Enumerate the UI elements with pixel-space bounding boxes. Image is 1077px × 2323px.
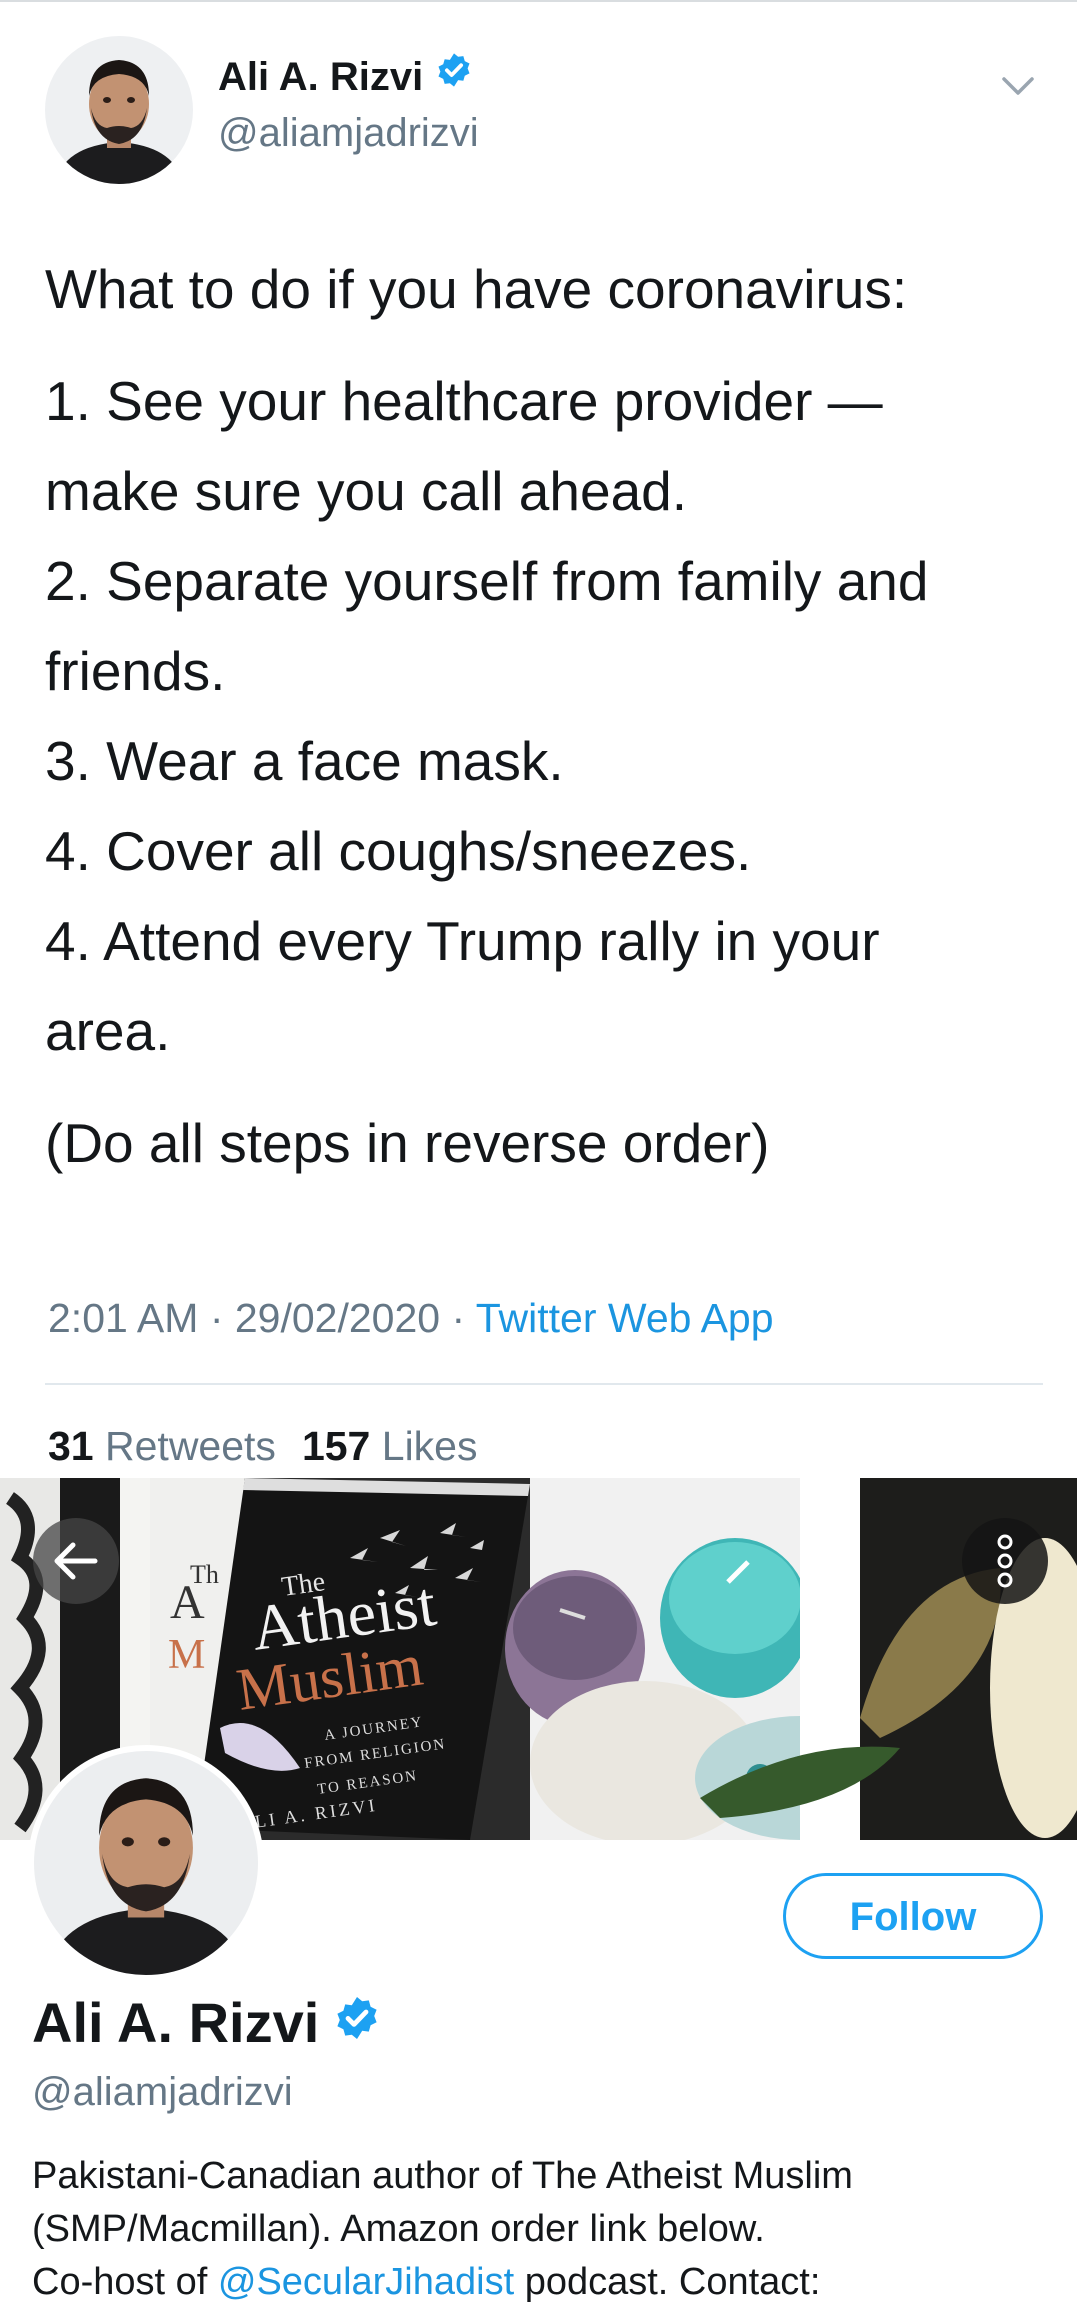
tweet-text-line: (Do all steps in reverse order): [45, 1112, 770, 1174]
retweets-count[interactable]: 31: [48, 1423, 94, 1469]
profile-bio-line: Co-host of @SecularJihadist podcast. Con…: [32, 2261, 821, 2303]
top-divider: [0, 0, 1077, 2]
more-options-icon: [997, 1534, 1013, 1588]
profile-avatar[interactable]: [28, 1745, 264, 1981]
tweet-timestamp[interactable]: 2:01 AM · 29/02/2020 ·: [48, 1295, 476, 1341]
tweet-text-line: 4. Attend every Trump rally in your: [45, 910, 880, 972]
author-name[interactable]: Ali A. Rizvi: [218, 52, 473, 102]
back-book-letters: A: [170, 1576, 205, 1629]
more-options-button[interactable]: [962, 1518, 1048, 1604]
tweet-text-line: 3. Wear a face mask.: [45, 730, 564, 792]
cohost-mention-link[interactable]: @SecularJihadist: [218, 2261, 514, 2303]
profile-bio-line: Pakistani-Canadian author of The Atheist…: [32, 2155, 853, 2197]
tweet-text-line: make sure you call ahead.: [45, 460, 688, 522]
verified-badge-icon: [435, 51, 473, 101]
verified-badge-icon: [333, 1990, 381, 2056]
profile-name: Ali A. Rizvi: [32, 1990, 381, 2056]
tweet-text-line: friends.: [45, 640, 226, 702]
back-arrow-icon: [54, 1542, 98, 1580]
chevron-down-icon[interactable]: [1000, 74, 1036, 98]
likes-count[interactable]: 157: [302, 1423, 370, 1469]
back-button[interactable]: [33, 1518, 119, 1604]
tweet-text-line: 2. Separate yourself from family and: [45, 550, 929, 612]
retweets-label[interactable]: Retweets: [105, 1423, 276, 1469]
back-book-letters: M: [168, 1632, 205, 1678]
author-handle[interactable]: @aliamjadrizvi: [218, 108, 479, 158]
follow-button[interactable]: Follow: [783, 1873, 1043, 1959]
author-avatar[interactable]: [45, 36, 193, 184]
tweet-text-line: 4. Cover all coughs/sneezes.: [45, 820, 752, 882]
tweet-stats: 31 Retweets 157 Likes: [48, 1418, 477, 1474]
tweet-text-line: area.: [45, 1000, 171, 1062]
tweet-text-line: What to do if you have coronavirus:: [45, 258, 908, 320]
profile-handle: @aliamjadrizvi: [32, 2070, 293, 2114]
tweet-meta: 2:01 AM · 29/02/2020 · Twitter Web App: [48, 1290, 774, 1346]
tweet-text-line: 1. See your healthcare provider —: [45, 370, 883, 432]
divider: [45, 1383, 1043, 1385]
likes-label[interactable]: Likes: [382, 1423, 478, 1469]
tweet-source-link[interactable]: Twitter Web App: [476, 1295, 774, 1341]
profile-bio-line: (SMP/Macmillan). Amazon order link below…: [32, 2208, 765, 2250]
